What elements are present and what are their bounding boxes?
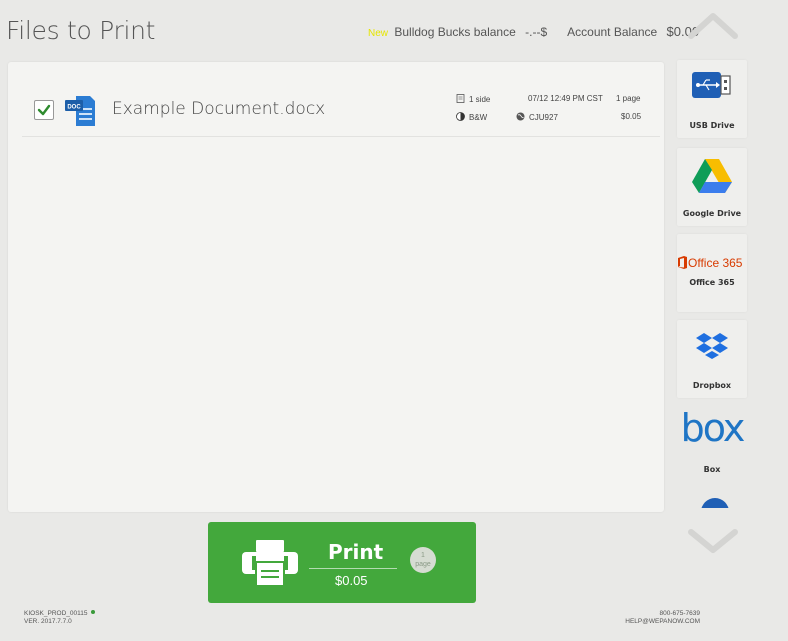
help-info: 800-675-7639 HELP@WEPANOW.COM [625, 610, 700, 626]
scroll-up-button[interactable] [687, 8, 739, 42]
release-code-value: CJU927 [529, 113, 558, 122]
page-count-badge: 1 page [410, 547, 436, 573]
box-label: Box [703, 465, 721, 474]
page-sides-icon [456, 94, 465, 103]
chevron-up-icon [688, 13, 738, 39]
source-partial-next[interactable] [701, 498, 729, 508]
file-row[interactable]: DOC Example Document.docx 1 side B&W 07/… [22, 90, 660, 137]
word-document-icon: DOC [65, 96, 95, 126]
kiosk-info: KIOSK_PROD_00115 VER. 2017.7.7.0 [24, 610, 96, 626]
print-divider [309, 568, 397, 569]
new-badge: New [368, 28, 389, 39]
color-mode-value: B&W [469, 113, 488, 122]
help-email: HELP@WEPANOW.COM [625, 618, 700, 625]
page-title: Files to Print [6, 16, 156, 45]
source-google-drive[interactable]: Google Drive [677, 148, 747, 226]
checkmark-icon [37, 104, 51, 116]
bulldog-bucks-value: -.--$ [525, 25, 548, 39]
datetime-info: 07/12 12:49 PM CST [528, 94, 603, 103]
version: VER. 2017.7.7.0 [24, 618, 72, 625]
help-phone: 800-675-7639 [659, 610, 700, 617]
file-cost: $0.05 [621, 112, 642, 121]
source-box[interactable]: box Box [677, 404, 747, 482]
google-drive-icon [692, 159, 732, 193]
dropbox-label: Dropbox [692, 381, 732, 390]
doc-icon-tag: DOC [67, 105, 81, 111]
print-label: Print [328, 540, 384, 564]
printer-icon [242, 540, 298, 586]
file-checkbox[interactable] [34, 100, 54, 120]
print-price: $0.05 [335, 573, 368, 588]
dropbox-icon [696, 333, 728, 359]
page-count-number: 1 [421, 552, 425, 559]
sides-value: 1 side [469, 95, 491, 104]
box-logo: box [680, 406, 746, 450]
print-button[interactable]: Print $0.05 1 page [208, 522, 476, 603]
color-mode-icon [456, 112, 465, 121]
google-drive-label: Google Drive [682, 209, 742, 218]
source-dropbox[interactable]: Dropbox [677, 320, 747, 398]
globe-icon [516, 112, 525, 121]
office365-icon [678, 256, 687, 269]
color-mode-info: B&W [456, 112, 487, 122]
usb-icon [692, 72, 731, 98]
source-office-365[interactable]: Office 365 Office 365 [677, 234, 747, 312]
bulldog-bucks-label: Bulldog Bucks balance [394, 25, 516, 39]
source-usb-drive[interactable]: USB Drive [677, 60, 747, 138]
office365-logo-text: Office 365 [688, 256, 743, 270]
chevron-down-icon [688, 529, 738, 553]
office-365-label: Office 365 [689, 278, 735, 287]
file-name: Example Document.docx [112, 99, 326, 119]
status-dot-icon [91, 610, 96, 614]
scroll-down-button[interactable] [687, 526, 739, 556]
page-count-info: 1 page [616, 94, 641, 103]
release-code-info: CJU927 [516, 112, 558, 122]
office365-logo: Office 365 [677, 256, 757, 270]
account-balance-label: Account Balance [567, 25, 658, 39]
balance-bar: New Bulldog Bucks balance -.--$ Account … [368, 24, 699, 39]
kiosk-id: KIOSK_PROD_00115 [24, 610, 88, 617]
page-count-word: page [415, 561, 431, 568]
usb-drive-label: USB Drive [689, 121, 735, 130]
sides-info: 1 side [456, 94, 490, 104]
file-list-panel: DOC Example Document.docx 1 side B&W 07/… [8, 62, 664, 512]
